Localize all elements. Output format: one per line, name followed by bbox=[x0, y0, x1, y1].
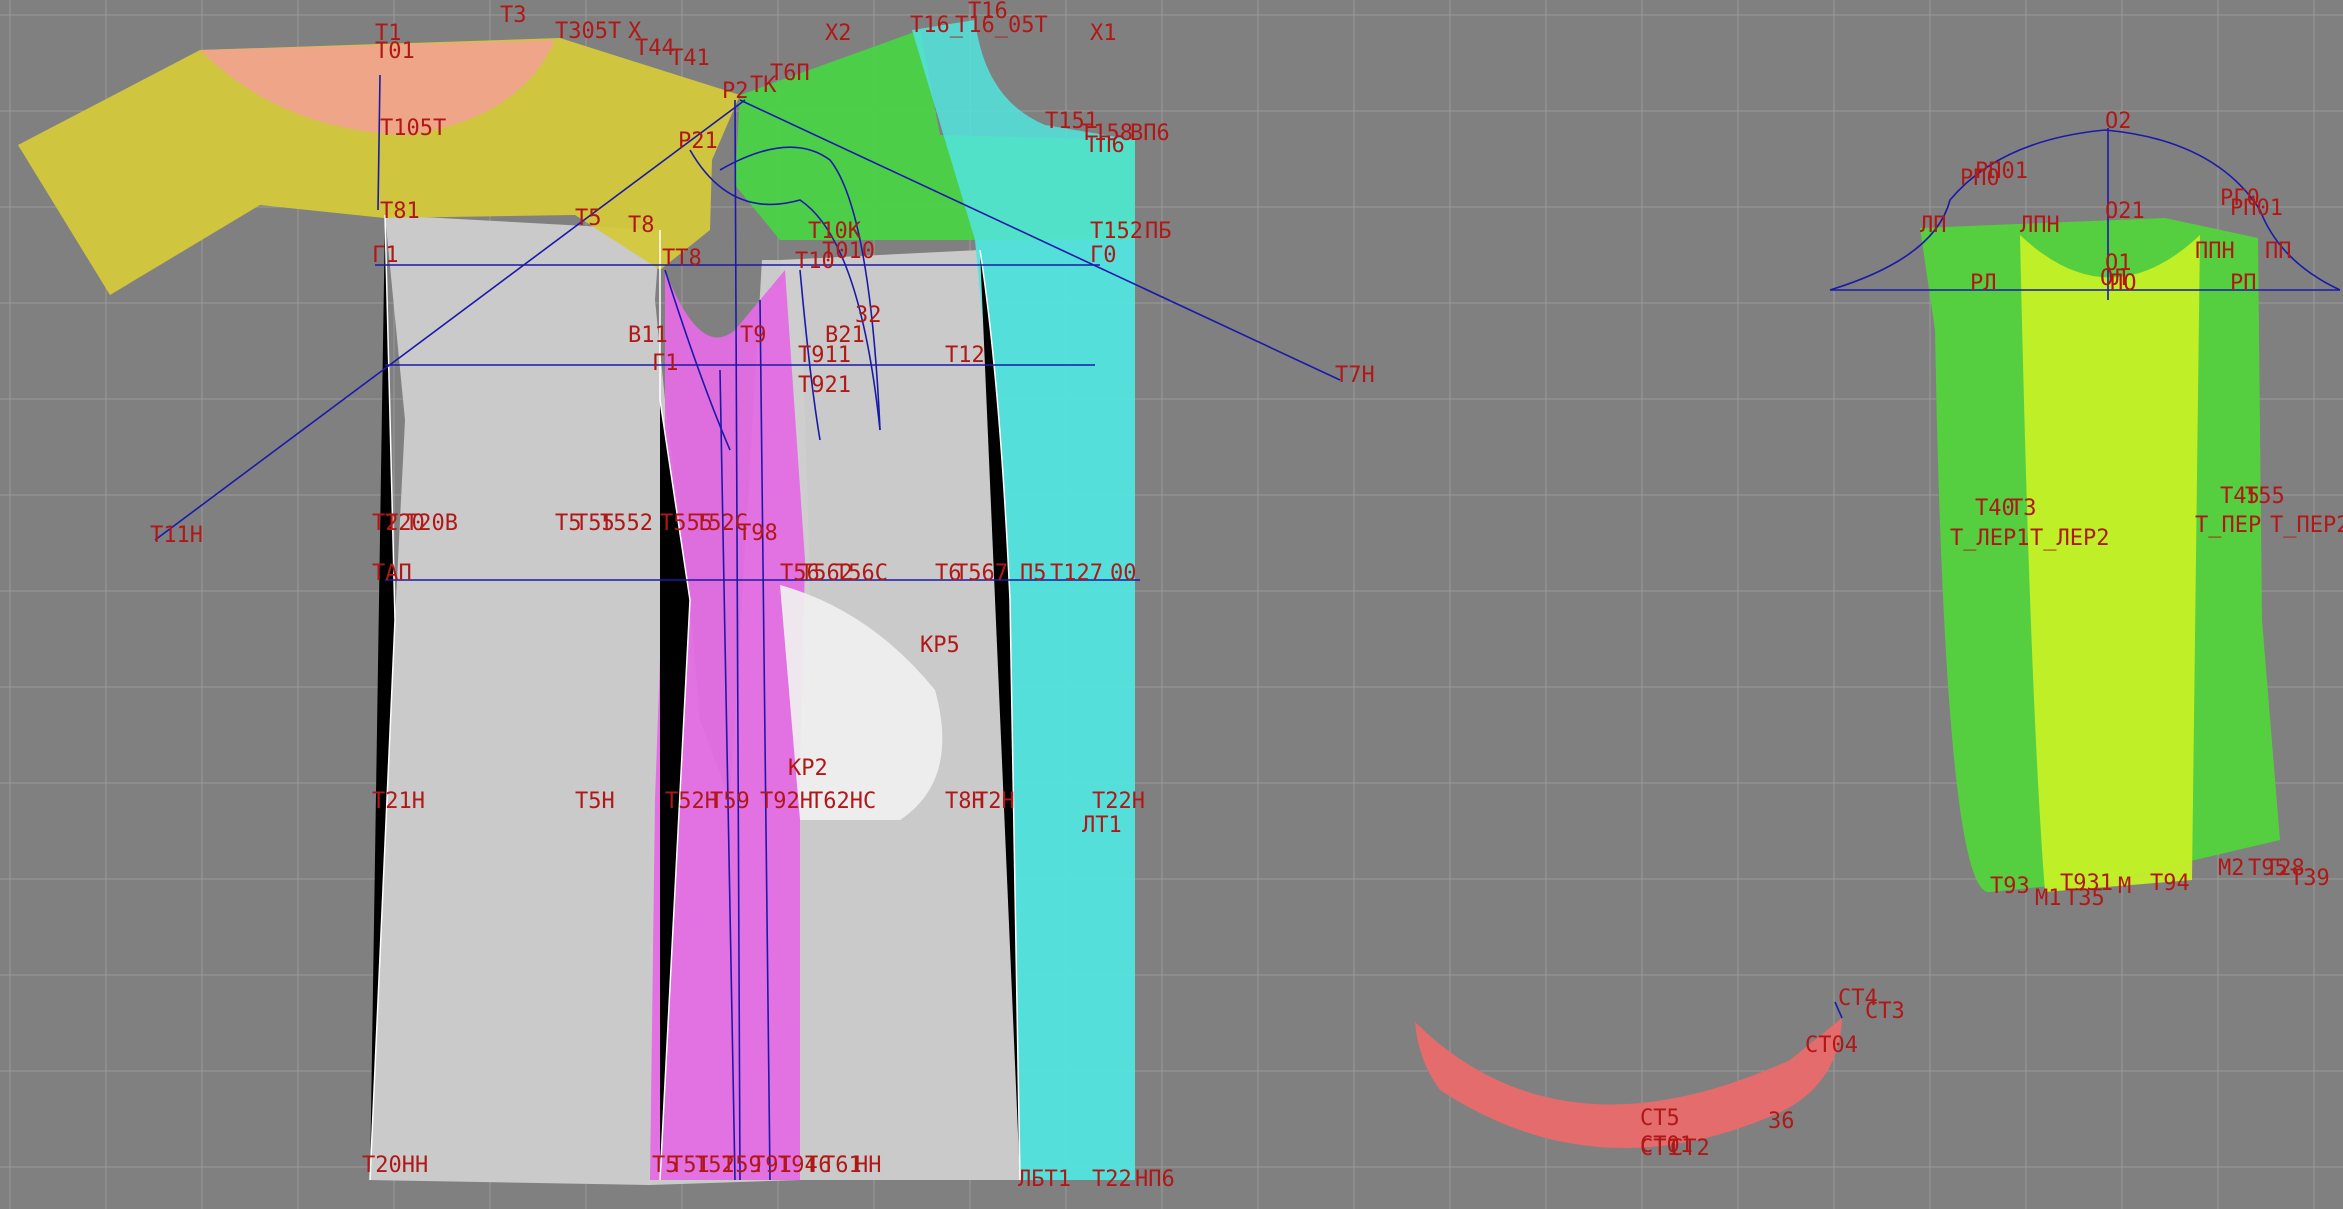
label-T12: T12 bbox=[945, 343, 985, 368]
label-T3: T3 bbox=[500, 3, 527, 28]
label-LBT1: ЛБT1 bbox=[1018, 1167, 1071, 1192]
label-T93: T93 bbox=[1990, 874, 2030, 899]
label-PB: ПБ bbox=[1145, 219, 1172, 244]
label-KP5: KP5 bbox=[920, 633, 960, 658]
label-RL: PЛ bbox=[1970, 271, 1997, 296]
label-X2: X2 bbox=[825, 21, 852, 46]
label-TT8: TT8 bbox=[662, 246, 702, 271]
label-T98: T98 bbox=[738, 521, 778, 546]
label-T55s: T55 bbox=[2245, 484, 2285, 509]
label-T5: T5 bbox=[575, 206, 602, 231]
label-PP: ПП bbox=[2265, 239, 2292, 264]
label-O2: O2 bbox=[2105, 109, 2132, 134]
pattern-canvas[interactable]: T1 T3 T305T X T44 T41 X2 T16 T16_ T16_05… bbox=[0, 0, 2343, 1209]
label-T20B: T20B bbox=[405, 511, 458, 536]
label-00: 00 bbox=[1110, 561, 1137, 586]
label-P5: П5 bbox=[1020, 561, 1047, 586]
label-T-PER2: T_ПЕР2 bbox=[2270, 513, 2343, 538]
label-T8: T8 bbox=[628, 213, 655, 238]
label-KP2: KP2 bbox=[788, 756, 828, 781]
label-T305T: T305T bbox=[555, 19, 621, 44]
label-T10: T10 bbox=[795, 249, 835, 274]
label-TAP: TAП bbox=[372, 561, 412, 586]
label-CT3: CT3 bbox=[1865, 999, 1905, 1024]
label-T01: T01 bbox=[375, 39, 415, 64]
label-TP6: TП6 bbox=[1085, 133, 1125, 158]
label-T-PER: T_ПЕР bbox=[2195, 513, 2261, 538]
label-LPN: ЛПН bbox=[2020, 213, 2060, 238]
label-P21: P21 bbox=[678, 129, 718, 154]
label-T16-05T: T16_05T bbox=[955, 13, 1048, 38]
label-G1: Г1 bbox=[372, 243, 399, 268]
label-T9: T9 bbox=[740, 323, 767, 348]
label-T105T: T105T bbox=[380, 116, 446, 141]
label-T3s: T3 bbox=[2010, 496, 2037, 521]
label-T81: T81 bbox=[380, 199, 420, 224]
label-T567: T567 bbox=[955, 561, 1008, 586]
label-CT04: CT04 bbox=[1805, 1033, 1858, 1058]
label-T152: T152 bbox=[1090, 219, 1143, 244]
label-P2: P2 bbox=[722, 79, 749, 104]
label-T921: T921 bbox=[798, 373, 851, 398]
label-G0: Г0 bbox=[1090, 243, 1117, 268]
label-M2: M2 bbox=[2218, 856, 2245, 881]
label-RP01: PП01 bbox=[1975, 159, 2028, 184]
label-T20HH: T20HH bbox=[362, 1153, 428, 1178]
label-T-LER2: T_ЛЕР2 bbox=[2030, 526, 2109, 551]
label-PPN: ППН bbox=[2195, 239, 2235, 264]
label-RP: PП bbox=[2230, 271, 2257, 296]
label-HP6: HП6 bbox=[1135, 1167, 1175, 1192]
label-T92H: T92H bbox=[760, 789, 813, 814]
bodice-pattern[interactable] bbox=[18, 20, 1135, 1185]
label-LT1: ЛT1 bbox=[1082, 813, 1122, 838]
label-T22: T22 bbox=[1092, 1167, 1132, 1192]
sleeve-pattern[interactable] bbox=[1829, 128, 2341, 893]
label-T6P: T6П bbox=[770, 61, 810, 86]
label-X1: X1 bbox=[1090, 21, 1117, 46]
label-T56C: T56C bbox=[835, 561, 888, 586]
label-CT2: CT2 bbox=[1670, 1136, 1710, 1161]
label-32: 32 bbox=[855, 303, 882, 328]
label-T127: T127 bbox=[1050, 561, 1103, 586]
label-36: 36 bbox=[1768, 1109, 1795, 1134]
label-T5H: T5H bbox=[575, 789, 615, 814]
label-T59: T59 bbox=[710, 789, 750, 814]
label-M1: M1 bbox=[2035, 886, 2062, 911]
label-T41: T41 bbox=[670, 46, 710, 71]
label-T11H: T11H bbox=[150, 523, 203, 548]
label-T40: T40 bbox=[1975, 496, 2015, 521]
label-CT5: CT5 bbox=[1640, 1106, 1680, 1131]
label-T2H: T2H bbox=[975, 789, 1015, 814]
label-M: M bbox=[2118, 874, 2131, 899]
label-T7H: T7H bbox=[1335, 363, 1375, 388]
label-T21H: T21H bbox=[372, 789, 425, 814]
label-VP6: ВП6 bbox=[1130, 121, 1170, 146]
label-T39: T39 bbox=[2290, 866, 2330, 891]
label-T94s: T94 bbox=[2150, 871, 2190, 896]
label-B11: B11 bbox=[628, 323, 668, 348]
label-G1b: Г1 bbox=[652, 351, 679, 376]
label-T552: T552 bbox=[600, 511, 653, 536]
label-T-LER1: T_ЛЕР1 bbox=[1950, 526, 2029, 551]
label-HH: HH bbox=[855, 1153, 882, 1178]
label-LP: ЛП bbox=[1920, 213, 1947, 238]
sleeve-inner-piece[interactable] bbox=[2020, 235, 2200, 892]
label-T35: T35 bbox=[2065, 886, 2105, 911]
label-T22H: T22H bbox=[1092, 789, 1145, 814]
label-O21: O21 bbox=[2105, 199, 2145, 224]
label-T62HC: T62HC bbox=[810, 789, 876, 814]
label-PO: ПО bbox=[2110, 271, 2137, 296]
label-RP01b: PП01 bbox=[2230, 196, 2283, 221]
label-T44: T44 bbox=[635, 36, 675, 61]
